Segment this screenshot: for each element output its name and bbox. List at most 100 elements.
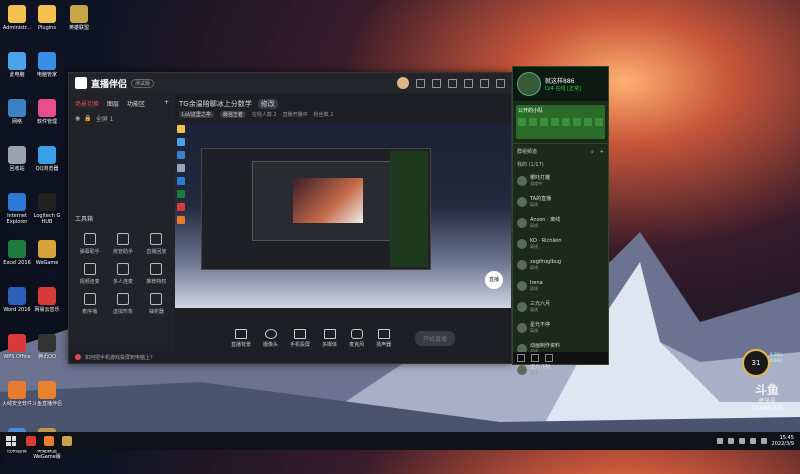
fans-count: 粉丝数 2: [313, 112, 334, 118]
desktop-icon[interactable]: Plugins: [30, 5, 64, 49]
user-avatar[interactable]: [397, 77, 409, 89]
desktop-icon[interactable]: 电脑管家: [30, 52, 64, 96]
list-item[interactable]: 星光不停 离线: [513, 317, 608, 338]
game-icon[interactable]: [531, 354, 539, 362]
start-icon[interactable]: [6, 436, 16, 446]
taskbar-app-icon[interactable]: [62, 436, 72, 446]
add-friend-icon[interactable]: +: [600, 149, 604, 155]
skin-icon[interactable]: [432, 78, 441, 88]
settings-icon[interactable]: [448, 78, 457, 88]
nested-window-preview: [201, 148, 431, 270]
cpu-usage-widget[interactable]: 31: [742, 349, 770, 377]
tray-icon[interactable]: [749, 438, 756, 444]
system-tray: 15:45 2022/3/9: [716, 435, 800, 447]
tray-icon[interactable]: [738, 438, 745, 444]
tool-item[interactable]: 多人连麦: [106, 263, 139, 285]
desktop-icon[interactable]: 网络: [0, 99, 34, 143]
taskbar-app-icon[interactable]: [44, 436, 54, 446]
camera-button[interactable]: 摄像头: [263, 329, 278, 348]
menu-icon[interactable]: [464, 78, 473, 88]
tool-item[interactable]: 直播回放: [140, 233, 173, 255]
settings-icon[interactable]: [545, 354, 553, 362]
desktop-icon[interactable]: Internet Explorer: [0, 193, 34, 237]
list-item[interactable]: Irena 离线: [513, 275, 608, 296]
tab-functions[interactable]: 功能区: [127, 99, 145, 108]
phone-cast-button[interactable]: 手机投屏: [290, 329, 310, 348]
list-item[interactable]: zegifroglbug 离线: [513, 254, 608, 275]
friend-list: 哪吒打雕 游戏中 TA的直播 离线 Anson · 离线 离线 KO · Richle…: [513, 170, 608, 380]
list-item[interactable]: Anson · 离线 离线: [513, 212, 608, 233]
close-icon[interactable]: [496, 78, 505, 88]
tab-layers[interactable]: 图层: [107, 99, 119, 108]
desktop-icon[interactable]: QQ浏览器: [30, 146, 64, 190]
desktop-icon[interactable]: 斗鱼直播伴侣: [30, 381, 64, 425]
list-item[interactable]: 哪吒打雕 游戏中: [513, 170, 608, 191]
profile-header: 就这样886 LV4 在线 [正常]: [513, 67, 608, 101]
stream-watermark: 斗鱼 虎牙号 10868700: [751, 383, 783, 412]
online-count: 在线人数 2: [251, 112, 277, 118]
tool-item[interactable]: 抽奖器: [140, 293, 173, 315]
list-item[interactable]: KO · Richlein 离线: [513, 233, 608, 254]
speaker-button[interactable]: 扬声器: [376, 329, 391, 348]
avatar[interactable]: [517, 72, 541, 96]
tool-item[interactable]: 视频连麦: [73, 263, 106, 285]
list-item[interactable]: TA的直播 离线: [513, 191, 608, 212]
desktop-icon[interactable]: WeGame: [30, 240, 64, 284]
taskbar-app-icon[interactable]: [26, 436, 36, 446]
desktop-icon[interactable]: Word 2016: [0, 287, 34, 331]
desktop-icon[interactable]: Logitech G HUB: [30, 193, 64, 237]
desktop-icon[interactable]: Excel 2016: [0, 240, 34, 284]
start-live-button[interactable]: 开始直播: [414, 331, 455, 346]
edit-button[interactable]: 修改: [257, 99, 278, 109]
panel-footer: [513, 352, 608, 364]
tab-scenes[interactable]: 场景切换: [75, 99, 99, 108]
desktop-icon[interactable]: 英雄联盟: [62, 5, 96, 49]
eye-icon[interactable]: ◉: [75, 115, 80, 122]
add-icon[interactable]: +: [164, 99, 169, 108]
tray-icon[interactable]: [727, 438, 734, 444]
desktop-icon[interactable]: 火绒安全软件: [0, 381, 34, 425]
version-badge: 测试版: [131, 78, 155, 88]
list-item[interactable]: 三元六月 离线: [513, 296, 608, 317]
app-logo-icon: [75, 77, 87, 89]
tool-item[interactable]: 虚拟形象: [106, 293, 139, 315]
tray-icon[interactable]: [716, 438, 723, 444]
rank-chip: 最强王者: [219, 111, 246, 118]
section-label[interactable]: 群组频道: [517, 148, 537, 155]
tool-item[interactable]: 麦序播: [73, 293, 106, 315]
bottom-toolbar: 直播背景 摄像头 手机投屏 多媒体 麦克风 扬声器 开始直播: [175, 329, 511, 348]
volume-icon[interactable]: [760, 438, 767, 444]
desktop-icon[interactable]: 回收站: [0, 146, 34, 190]
tool-item[interactable]: 弹幕助手: [73, 233, 106, 255]
clock[interactable]: 15:45 2022/3/9: [772, 435, 794, 447]
toolbox-grid: 弹幕助手 房管助手 直播回放 视频连麦 多人连麦 推荐特权 麦序播 虚拟形象 抽…: [73, 233, 173, 315]
microphone-button[interactable]: 麦克风: [349, 329, 364, 348]
live-title[interactable]: TG余温陪聊冰上分数学: [179, 99, 252, 109]
desktop-icon[interactable]: Administr...: [0, 5, 34, 49]
live-status: 直播开播中: [282, 112, 308, 118]
desktop-icon[interactable]: 网易云音乐: [30, 287, 64, 331]
desktop-icon[interactable]: 腾讯QQ: [30, 334, 64, 378]
desktop-icon[interactable]: 此电脑: [0, 52, 34, 96]
lock-icon[interactable]: 🔒: [84, 115, 91, 122]
chat-icon[interactable]: [517, 354, 525, 362]
desktop-icon[interactable]: 软件管理: [30, 99, 64, 143]
profile-status[interactable]: LV4 在线 [正常]: [545, 85, 581, 92]
stream-preview[interactable]: 直播: [175, 123, 511, 308]
message-icon[interactable]: [416, 78, 425, 88]
category-chip[interactable]: Lol/这里之亭: [179, 111, 214, 118]
desktop-icon[interactable]: WPS Office: [0, 334, 34, 378]
app-name: 直播伴侣: [91, 79, 128, 90]
desktop-icons-col2: Plugins 电脑管家 软件管理 QQ浏览器 Logitech G HUB W…: [30, 2, 64, 474]
media-button[interactable]: 多媒体: [322, 329, 337, 348]
desktop-icons-col3: 英雄联盟: [62, 2, 96, 51]
tool-item[interactable]: 房管助手: [106, 233, 139, 255]
tool-item[interactable]: 推荐特权: [140, 263, 173, 285]
status-tip[interactable]: 如何把手机游戏投屏到电脑上？: [85, 354, 155, 361]
minimize-icon[interactable]: [480, 78, 489, 88]
background-button[interactable]: 直播背景: [231, 329, 251, 348]
group-header[interactable]: 我的 (1/17): [513, 159, 608, 170]
scene-item[interactable]: ◉ 🔒 全屏 1: [69, 110, 175, 127]
team-card[interactable]: 公开的小队: [516, 105, 605, 139]
search-icon[interactable]: ⌕: [591, 149, 594, 155]
